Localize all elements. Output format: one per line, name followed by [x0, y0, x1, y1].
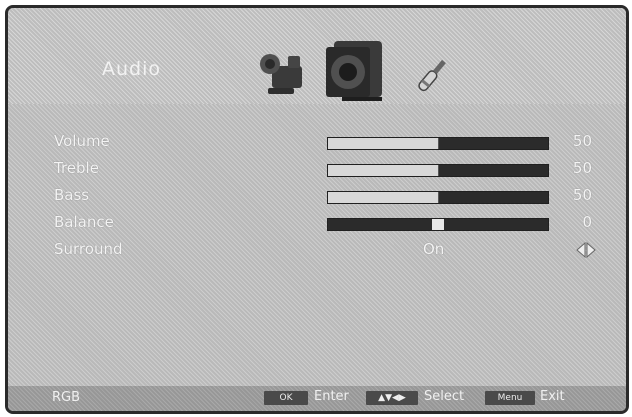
exit-hint: Exit	[540, 389, 565, 404]
bass-slider[interactable]	[327, 191, 549, 204]
balance-slider[interactable]	[327, 218, 549, 231]
left-right-arrows-icon[interactable]	[576, 242, 596, 258]
menu-header: Audio	[8, 8, 626, 104]
menu-title: Audio	[102, 58, 162, 80]
bass-label: Bass	[54, 186, 90, 204]
surround-row[interactable]: Surround On	[8, 238, 626, 262]
ok-key-icon: OK	[264, 391, 308, 405]
volume-value: 50	[572, 132, 592, 150]
treble-value: 50	[572, 159, 592, 177]
menu-footer: RGB OK Enter ▲▼◀▶ Select Menu Exit	[8, 386, 626, 411]
menu-key-icon: Menu	[485, 391, 535, 405]
tools-icon[interactable]	[410, 52, 454, 98]
balance-row[interactable]: Balance 0	[8, 211, 626, 235]
balance-slider-knob[interactable]	[432, 219, 444, 230]
input-source-label: RGB	[52, 390, 81, 405]
enter-hint: Enter	[314, 389, 349, 404]
surround-option: On	[423, 240, 445, 258]
treble-slider[interactable]	[327, 164, 549, 177]
volume-slider-fill	[328, 138, 439, 149]
volume-row[interactable]: Volume 50	[8, 130, 626, 154]
navigation-keys-icon: ▲▼◀▶	[366, 391, 418, 405]
treble-row[interactable]: Treble 50	[8, 157, 626, 181]
treble-slider-fill	[328, 165, 439, 176]
volume-label: Volume	[54, 132, 110, 150]
bass-row[interactable]: Bass 50	[8, 184, 626, 208]
surround-label: Surround	[54, 240, 123, 258]
treble-label: Treble	[54, 159, 99, 177]
balance-value: 0	[582, 213, 592, 231]
audio-settings-list: Volume 50 Treble 50 Bass 50 Balance 0 Su…	[8, 104, 626, 386]
speaker-icon[interactable]	[320, 39, 388, 103]
camera-icon[interactable]	[258, 48, 310, 98]
balance-label: Balance	[54, 213, 114, 231]
bass-slider-fill	[328, 192, 439, 203]
osd-menu: Audio Volume 50 Treble 50 Bass 50 Balanc…	[5, 5, 629, 414]
select-hint: Select	[424, 389, 465, 404]
bass-value: 50	[572, 186, 592, 204]
volume-slider[interactable]	[327, 137, 549, 150]
